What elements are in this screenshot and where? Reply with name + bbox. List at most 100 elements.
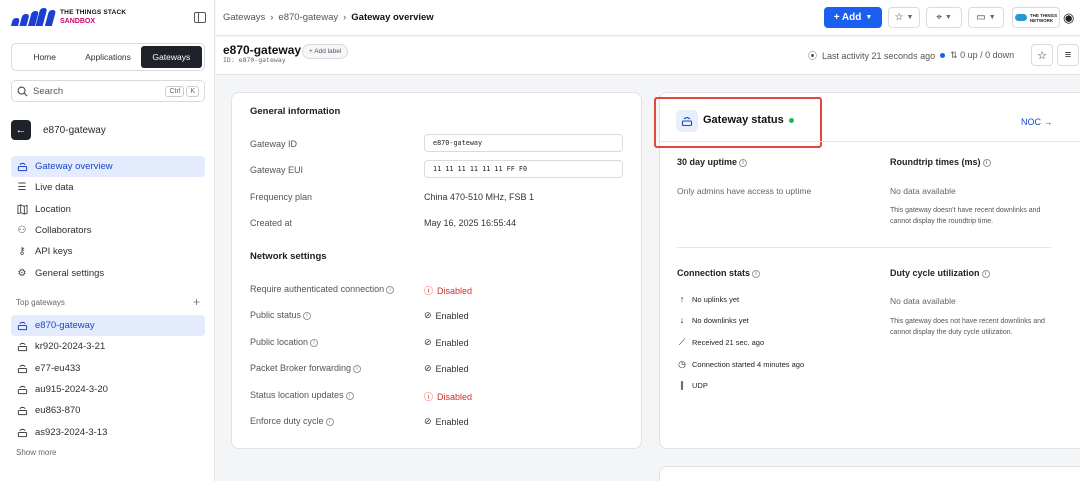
gateway-icon (16, 161, 28, 173)
created-at-label: Created at (250, 218, 293, 228)
setting-label: Require authenticated connection i (250, 284, 395, 294)
star-icon: ☆ (1037, 49, 1047, 62)
list-item[interactable]: eu863-870 (11, 400, 205, 421)
page-title: e870-gateway (223, 43, 302, 57)
logo-icon (10, 8, 57, 26)
logo-line1: THE THINGS STACK (60, 9, 127, 16)
search-input[interactable]: Search Ctrl K (11, 80, 205, 102)
signal-icon: ⦿ (808, 51, 818, 61)
info-icon[interactable]: i (752, 269, 761, 278)
sidebar-item-api-keys[interactable]: ⚷ API keys (11, 241, 205, 262)
gateway-id-field[interactable]: e870-gateway (424, 134, 623, 152)
star-icon: ☆ (894, 12, 904, 23)
back-button[interactable]: ← (11, 120, 31, 140)
status-badge: ⊘ Enabled (424, 416, 469, 427)
arrow-up-icon: ↑ (679, 294, 685, 304)
list-item[interactable]: e870-gateway (11, 315, 205, 337)
switch-home[interactable]: Home (14, 46, 75, 68)
general-info-title: General information (250, 106, 341, 117)
add-label-button[interactable]: + Add label (302, 44, 349, 59)
inbox-button[interactable]: ▭ ▼ (968, 7, 1004, 28)
divider (677, 247, 1051, 248)
received-row: ⟋ Received 21 sec. ago (678, 337, 765, 347)
uptime-text: Only admins have access to uptime (677, 186, 812, 196)
chevron-right-icon: › (270, 12, 274, 23)
sidebar: THE THINGS STACK SANDBOX Home Applicatio… (0, 0, 215, 481)
divider (660, 141, 1080, 142)
network-settings-title: Network settings (250, 251, 327, 262)
arrow-left-icon: ← (15, 124, 27, 136)
sidebar-item-live-data[interactable]: ☰ Live data (11, 177, 205, 198)
chevron-down-icon: ▼ (906, 14, 914, 21)
status-badge: ⓘ Disabled (424, 285, 473, 297)
list-icon: ☰ (17, 182, 27, 194)
gateway-eui-field[interactable]: 11 11 11 11 11 11 FF F0 (424, 160, 623, 178)
sidebar-item-general-settings[interactable]: ⚙ General settings (11, 262, 205, 283)
search-shortcut: Ctrl K (165, 85, 199, 97)
gear-icon: ⚙ (17, 267, 27, 279)
info-icon[interactable]: i (345, 391, 354, 400)
check-circle-icon: ⊘ (424, 363, 432, 373)
info-icon[interactable]: i (386, 285, 395, 294)
list-item[interactable]: e77-eu433 (11, 358, 205, 379)
sidebar-collapse-icon[interactable] (194, 12, 206, 23)
sidebar-item-gateway-overview[interactable]: Gateway overview (11, 156, 205, 178)
alert-icon: ⓘ (424, 286, 434, 296)
check-circle-icon: ⊘ (424, 337, 432, 347)
protocol-icon: ∥ (679, 380, 685, 390)
uptime-title: 30 day uptime i (677, 157, 748, 167)
info-icon[interactable]: i (353, 364, 362, 373)
star-button[interactable]: ☆ (1031, 44, 1053, 66)
gateway-header: e870-gateway ID: e870-gateway + Add labe… (216, 37, 1080, 75)
add-button[interactable]: + Add ▼ (824, 7, 882, 28)
notifications-button[interactable]: ⌖ ▼ (926, 7, 962, 28)
list-item[interactable]: kr920-2024-3-21 (11, 336, 205, 357)
context-switcher: Home Applications Gateways (11, 43, 205, 71)
status-badge: ⊘ Enabled (424, 337, 469, 348)
info-icon[interactable]: i (981, 269, 990, 278)
setting-label: Status location updates i (250, 390, 354, 400)
duty-note: This gateway does not have recent downli… (890, 318, 1045, 336)
setting-label: Packet Broker forwarding i (250, 363, 362, 373)
breadcrumb-current: Gateway overview (351, 12, 434, 23)
connection-started-row: ◷ Connection started 4 minutes ago (678, 359, 805, 369)
map-icon (16, 203, 28, 215)
show-more-link[interactable]: Show more (16, 448, 56, 457)
info-icon[interactable]: i (739, 158, 748, 167)
pulse-icon: ⟋ (678, 337, 686, 347)
bookmarks-button[interactable]: ☆ ▼ (888, 7, 920, 28)
noc-link[interactable]: NOC → (1021, 117, 1053, 127)
chevron-down-icon: ▼ (865, 14, 873, 21)
menu-button[interactable]: ≡ (1057, 44, 1079, 66)
breadcrumb-gateways[interactable]: Gateways (223, 12, 265, 23)
sidebar-nav: Gateway overview ☰ Live data Location ⚇ … (11, 156, 205, 284)
network-logo[interactable]: THE THINGS NETWORK (1012, 7, 1060, 28)
list-item[interactable]: au915-2024-3-20 (11, 379, 205, 400)
arrow-down-icon: ↓ (679, 315, 685, 325)
sidebar-item-collaborators[interactable]: ⚇ Collaborators (11, 220, 205, 241)
info-icon[interactable]: i (982, 158, 991, 167)
downlinks-row: ↓ No downlinks yet (677, 315, 749, 325)
entity-title: e870-gateway (43, 124, 106, 136)
info-icon[interactable]: i (310, 338, 319, 347)
sidebar-item-location[interactable]: Location (11, 199, 205, 220)
logo[interactable]: THE THINGS STACK SANDBOX (10, 8, 127, 26)
gateway-icon (16, 320, 28, 332)
top-gateways-header: Top gateways + (16, 295, 200, 309)
chevron-down-icon: ▼ (988, 14, 996, 21)
menu-icon: ≡ (1064, 49, 1072, 61)
breadcrumb-gateway[interactable]: e870-gateway (278, 12, 338, 23)
info-icon[interactable]: i (303, 311, 312, 320)
key-icon: ⚷ (18, 246, 26, 258)
info-icon[interactable]: i (325, 417, 334, 426)
activity-dot (940, 53, 946, 58)
setting-label: Enforce duty cycle i (250, 416, 334, 426)
gateway-icon (16, 362, 28, 374)
user-icon[interactable]: ◉ (1063, 10, 1074, 26)
roundtrip-note: This gateway doesn't have recent downlin… (890, 207, 1041, 225)
switch-applications[interactable]: Applications (77, 46, 138, 68)
list-item[interactable]: as923-2024-3-13 (11, 421, 205, 442)
frequency-plan-value: China 470-510 MHz, FSB 1 (424, 192, 535, 202)
switch-gateways[interactable]: Gateways (140, 46, 202, 68)
add-gateway-plus-icon[interactable]: + (193, 296, 200, 308)
